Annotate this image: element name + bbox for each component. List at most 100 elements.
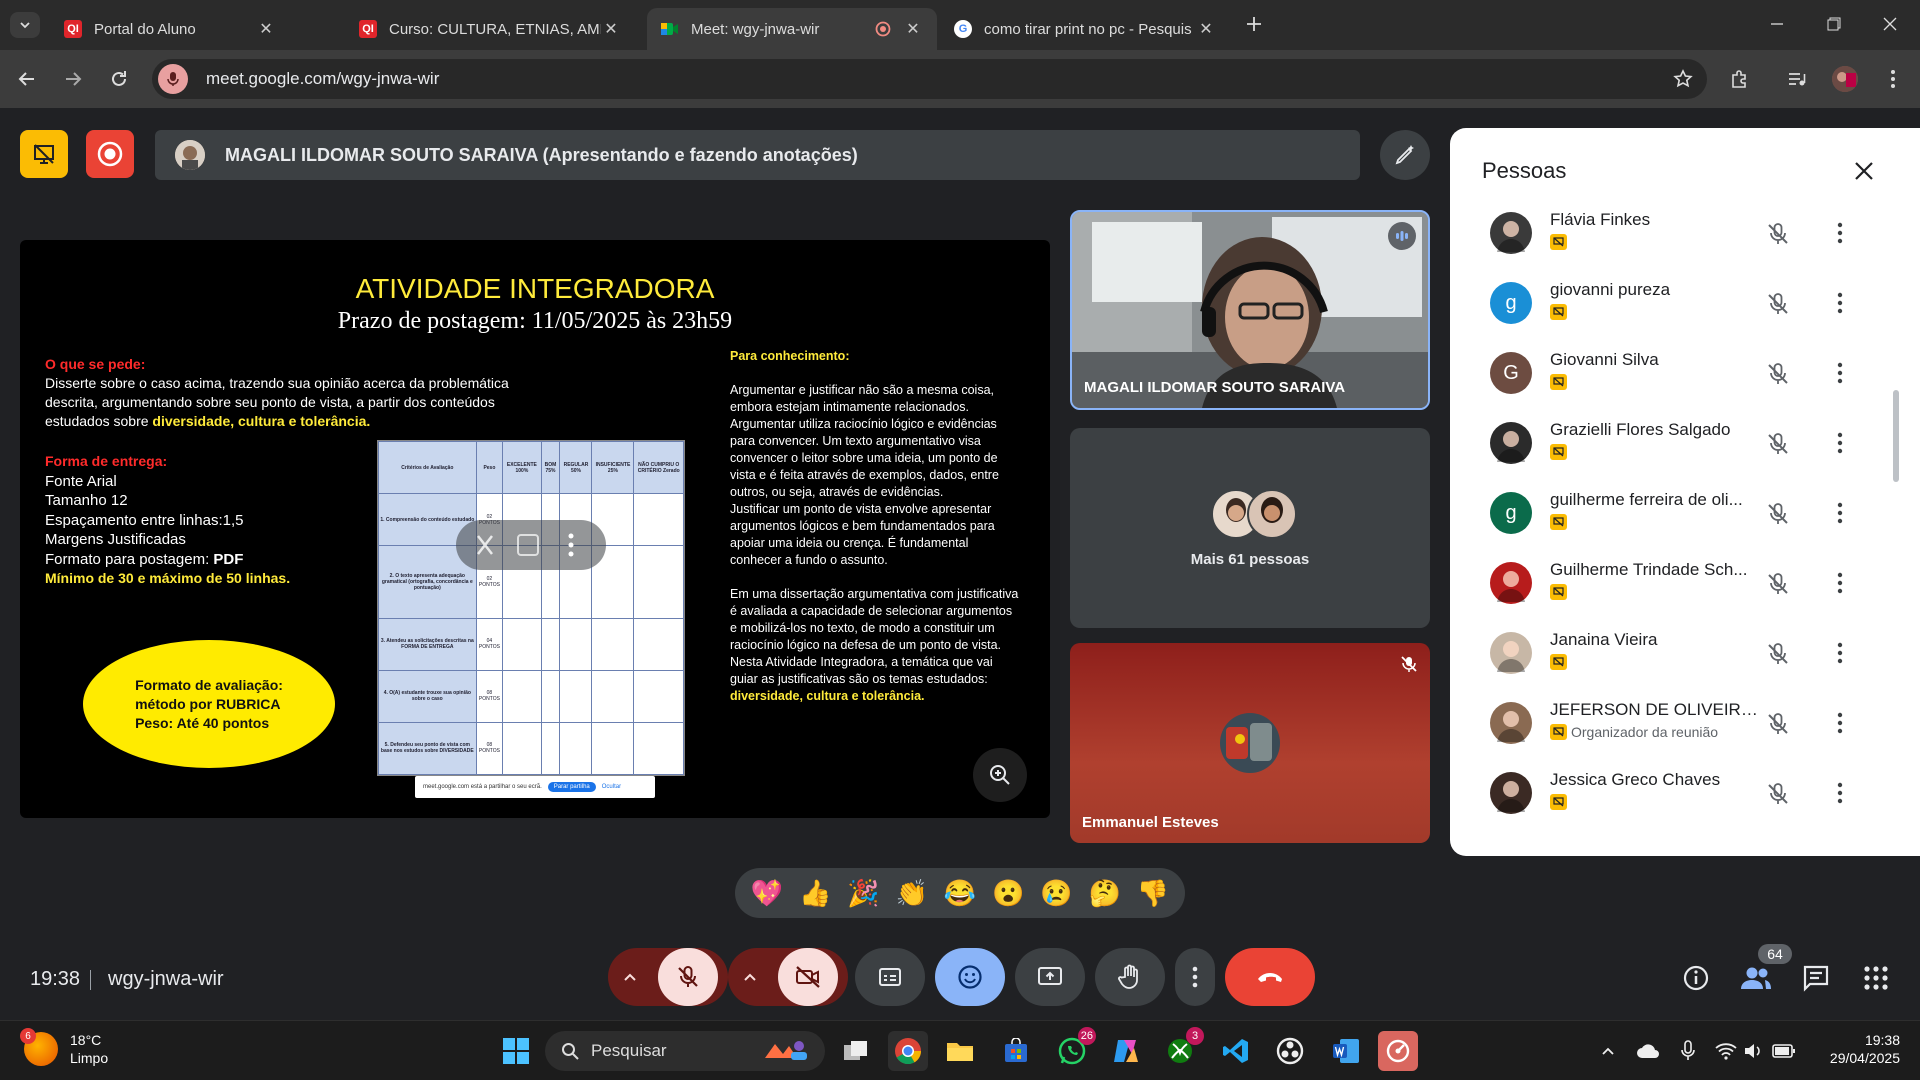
meeting-details-button[interactable] (1678, 960, 1714, 996)
tab-meet[interactable]: Meet: wgy-jnwa-wir ✕ (647, 8, 937, 50)
restore-button[interactable] (1820, 12, 1848, 36)
participant-row[interactable]: Janaina Vieira (1450, 620, 1905, 690)
participant-more-button[interactable] (1837, 502, 1843, 524)
xbox-button[interactable]: 3 (1160, 1027, 1204, 1071)
extensions-button[interactable] (1726, 66, 1752, 92)
presenting-badge-icon (1550, 374, 1567, 390)
video-tile-emmanuel[interactable]: Emmanuel Esteves (1070, 643, 1430, 843)
participant-row[interactable]: Guilherme Trindade Sch... (1450, 550, 1905, 620)
profile-avatar[interactable] (1832, 66, 1858, 92)
participant-mic-off-icon[interactable] (1766, 362, 1790, 386)
participant-row[interactable]: Grazielli Flores Salgado (1450, 410, 1905, 480)
participant-mic-off-icon[interactable] (1766, 292, 1790, 316)
participant-mic-off-icon[interactable] (1766, 222, 1790, 246)
participant-mic-off-icon[interactable] (1766, 432, 1790, 456)
reload-button[interactable] (106, 66, 132, 92)
close-panel-button[interactable] (1847, 154, 1881, 188)
leave-call-button[interactable] (1225, 948, 1315, 1006)
close-tab-icon[interactable]: ✕ (903, 19, 923, 39)
participant-row[interactable]: g guilherme ferreira de oli... (1450, 480, 1905, 550)
reaction-button[interactable]: 👍 (799, 878, 831, 909)
participant-more-button[interactable] (1837, 222, 1843, 244)
microphone-tray-button[interactable] (1668, 1031, 1708, 1071)
minimize-button[interactable] (1763, 12, 1791, 36)
present-screen-button[interactable] (1015, 948, 1085, 1006)
annotation-pen-button[interactable] (1380, 130, 1430, 180)
word-button[interactable] (1326, 1031, 1366, 1071)
participant-more-button[interactable] (1837, 292, 1843, 314)
participant-more-button[interactable] (1837, 572, 1843, 594)
chrome-taskbar-button[interactable] (888, 1031, 928, 1071)
participant-mic-off-icon[interactable] (1766, 712, 1790, 736)
recording-button[interactable] (86, 130, 134, 178)
reaction-button[interactable]: 💖 (751, 878, 783, 909)
reaction-button[interactable]: 🎉 (847, 878, 879, 909)
participant-list-scrollbar[interactable] (1893, 390, 1899, 482)
forward-button[interactable] (60, 66, 86, 92)
microphone-in-use-icon[interactable] (158, 64, 188, 94)
task-view-button[interactable] (836, 1031, 876, 1071)
more-options-button[interactable] (1175, 948, 1215, 1006)
zoom-button[interactable] (973, 748, 1027, 802)
participant-mic-off-icon[interactable] (1766, 642, 1790, 666)
video-tile-others[interactable]: Mais 61 pessoas (1070, 428, 1430, 628)
presenting-button[interactable] (20, 130, 68, 178)
browser-menu-button[interactable] (1880, 66, 1906, 92)
close-tab-icon[interactable]: ✕ (601, 19, 621, 39)
participant-more-button[interactable] (1837, 712, 1843, 734)
participant-row[interactable]: Flávia Finkes (1450, 200, 1905, 270)
vscode-button[interactable] (1216, 1031, 1256, 1071)
participant-row[interactable]: g giovanni pureza (1450, 270, 1905, 340)
onedrive-button[interactable] (1628, 1031, 1668, 1071)
participant-row[interactable]: Jessica Greco Chaves (1450, 760, 1905, 822)
obs-button[interactable] (1270, 1031, 1310, 1071)
reaction-button[interactable]: 😂 (944, 878, 976, 909)
tab-curso[interactable]: QI Curso: CULTURA, ETNIAS, AMBI ✕ (345, 8, 635, 50)
tab-portal-aluno[interactable]: QI Portal do Aluno ✕ (50, 8, 290, 50)
system-clock[interactable]: 19:38 29/04/2025 (1790, 1031, 1900, 1067)
participant-more-button[interactable] (1837, 642, 1843, 664)
participant-more-button[interactable] (1837, 362, 1843, 384)
raise-hand-button[interactable] (1095, 948, 1165, 1006)
search-icon (561, 1042, 579, 1060)
reaction-button[interactable]: 😢 (1040, 878, 1072, 909)
tab-search-button[interactable] (10, 12, 40, 38)
participant-row[interactable]: G Giovanni Silva (1450, 340, 1905, 410)
reaction-button[interactable]: 😮 (992, 878, 1024, 909)
taskbar-search[interactable]: Pesquisar (545, 1031, 825, 1071)
address-bar[interactable]: meet.google.com/wgy-jnwa-wir (152, 59, 1707, 99)
file-explorer-button[interactable] (940, 1031, 980, 1071)
weather-widget[interactable]: 6 18°C Limpo (20, 1028, 108, 1067)
activities-button[interactable] (1858, 960, 1894, 996)
chat-button[interactable] (1798, 960, 1834, 996)
participant-row[interactable]: JEFERSON DE OLIVEIRA... Organizador da re… (1450, 690, 1905, 760)
participant-more-button[interactable] (1837, 432, 1843, 454)
whatsapp-button[interactable]: 26 (1052, 1027, 1096, 1071)
reaction-button[interactable]: 🤔 (1088, 878, 1120, 909)
people-button[interactable] (1738, 960, 1774, 996)
participant-more-button[interactable] (1837, 782, 1843, 804)
emoji-reactions-button[interactable] (935, 948, 1005, 1006)
camera-toggle[interactable] (778, 948, 838, 1006)
store-button[interactable] (996, 1031, 1036, 1071)
new-tab-button[interactable] (1240, 12, 1268, 36)
bookmark-star-icon[interactable] (1673, 69, 1693, 89)
participant-mic-off-icon[interactable] (1766, 782, 1790, 806)
back-button[interactable] (14, 66, 40, 92)
close-window-button[interactable] (1876, 12, 1904, 36)
participant-mic-off-icon[interactable] (1766, 502, 1790, 526)
start-button[interactable] (496, 1031, 536, 1071)
participant-mic-off-icon[interactable] (1766, 572, 1790, 596)
microphone-toggle[interactable] (658, 948, 718, 1006)
reaction-button[interactable]: 👏 (896, 878, 928, 909)
close-tab-icon[interactable]: ✕ (1196, 19, 1216, 39)
media-control-button[interactable] (1784, 66, 1810, 92)
close-tab-icon[interactable]: ✕ (256, 19, 276, 39)
reaction-button[interactable]: 👎 (1137, 878, 1169, 909)
copilot-button[interactable] (1106, 1031, 1146, 1071)
video-tile-presenter[interactable]: MAGALI ILDOMAR SOUTO SARAIVA (1070, 210, 1430, 410)
captions-button[interactable] (855, 948, 925, 1006)
tab-google-search[interactable]: G como tirar print no pc - Pesquis ✕ (940, 8, 1230, 50)
show-hidden-icons-button[interactable] (1588, 1031, 1628, 1071)
recorder-button[interactable] (1378, 1031, 1418, 1071)
